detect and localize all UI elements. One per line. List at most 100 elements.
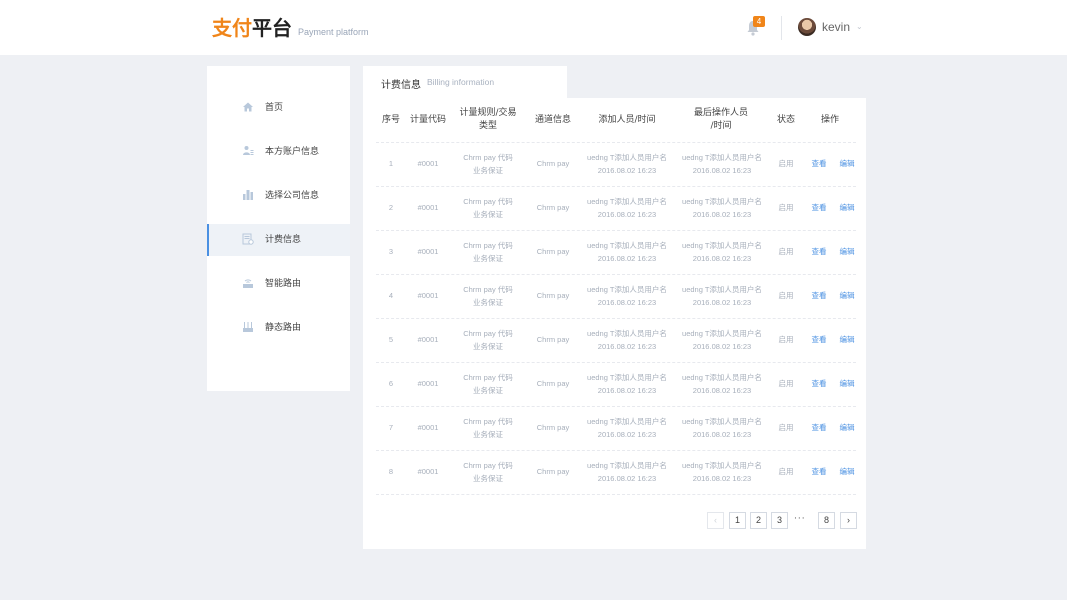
sidebar-item-static-route[interactable]: 静态路由 (207, 312, 350, 344)
cell-rule-line1: Chrm pay 代码 (463, 153, 513, 162)
view-link[interactable]: 查看 (806, 245, 832, 258)
cell-last-op-line2: 2016.08.02 16:23 (692, 342, 752, 351)
edit-link[interactable]: 编辑 (834, 465, 860, 478)
sidebar-item-account[interactable]: 本方账户信息 (207, 136, 350, 168)
cell-rule-line2: 业务保证 (473, 210, 503, 219)
cell-status: 启用 (778, 379, 794, 388)
next-page-button[interactable]: › (840, 512, 857, 529)
cell-code: #0001 (417, 467, 439, 476)
cell-rule-line2: 业务保证 (473, 342, 503, 351)
cell-channel: Chrm pay (536, 467, 570, 476)
cell-last-op-line1: uedng T添加人员用户名 (682, 329, 762, 338)
home-icon (243, 102, 253, 112)
cell-rule-line2: 业务保证 (473, 166, 503, 175)
cell-added-line1: uedng T添加人员用户名 (587, 153, 667, 162)
cell-last-op-line1: uedng T添加人员用户名 (682, 373, 762, 382)
cell-status: 启用 (778, 335, 794, 344)
cell-code: #0001 (417, 159, 439, 168)
cell-added-line1: uedng T添加人员用户名 (587, 329, 667, 338)
cell-index: 1 (388, 159, 394, 168)
user-name[interactable]: kevin (822, 19, 850, 35)
static-route-icon (243, 322, 253, 332)
cell-code: #0001 (417, 423, 439, 432)
cell-rule-line2: 业务保证 (473, 386, 503, 395)
col-header-added-by: 添加人员/时间 (598, 115, 656, 125)
cell-index: 5 (388, 335, 394, 344)
user-account-icon (243, 146, 254, 155)
col-header-last-op-line1: 最后操作人员 (693, 108, 748, 118)
cell-status: 启用 (778, 467, 794, 476)
row-divider (376, 230, 856, 231)
edit-link[interactable]: 编辑 (834, 333, 860, 346)
edit-link[interactable]: 编辑 (834, 157, 860, 170)
chevron-down-icon[interactable]: ⌄ (856, 22, 863, 31)
cell-channel: Chrm pay (536, 159, 570, 168)
router-icon (243, 279, 253, 288)
cell-added-line1: uedng T添加人员用户名 (587, 417, 667, 426)
cell-added-line2: 2016.08.02 16:23 (597, 430, 657, 439)
edit-link[interactable]: 编辑 (834, 421, 860, 434)
view-link[interactable]: 查看 (806, 465, 832, 478)
edit-link[interactable]: 编辑 (834, 201, 860, 214)
view-link[interactable]: 查看 (806, 157, 832, 170)
edit-link[interactable]: 编辑 (834, 289, 860, 302)
logo-title-highlight: 支付 (212, 16, 252, 40)
sidebar-item-home[interactable]: 首页 (207, 92, 350, 124)
cell-channel: Chrm pay (536, 291, 570, 300)
view-link[interactable]: 查看 (806, 377, 832, 390)
col-header-rule-line1: 计量规则/交易 (459, 108, 517, 118)
cell-rule-line2: 业务保证 (473, 298, 503, 307)
page-button-last[interactable]: 8 (818, 512, 835, 529)
sidebar-item-smart-route[interactable]: 智能路由 (207, 268, 350, 300)
cell-rule-line1: Chrm pay 代码 (463, 197, 513, 206)
view-link[interactable]: 查看 (806, 289, 832, 302)
sidebar-item-label: 静态路由 (265, 323, 302, 333)
edit-link[interactable]: 编辑 (834, 377, 860, 390)
avatar[interactable] (798, 18, 816, 36)
logo[interactable]: 支付 平台 Payment platform (212, 14, 369, 42)
cell-last-op-line1: uedng T添加人员用户名 (682, 461, 762, 470)
cell-added-line1: uedng T添加人员用户名 (587, 285, 667, 294)
cell-added-line2: 2016.08.02 16:23 (597, 210, 657, 219)
cell-status: 启用 (778, 203, 794, 212)
row-divider (376, 142, 856, 143)
page-button-1[interactable]: 1 (729, 512, 746, 529)
cell-status: 启用 (778, 423, 794, 432)
cell-rule-line1: Chrm pay 代码 (463, 329, 513, 338)
sidebar-item-company[interactable]: 选择公司信息 (207, 180, 350, 212)
cell-channel: Chrm pay (536, 335, 570, 344)
view-link[interactable]: 查看 (806, 201, 832, 214)
col-header-actions: 操作 (820, 115, 839, 125)
view-link[interactable]: 查看 (806, 421, 832, 434)
cell-last-op-line2: 2016.08.02 16:23 (692, 254, 752, 263)
sidebar-item-label: 首页 (265, 103, 284, 113)
sidebar-item-billing[interactable]: 计费信息 (207, 224, 350, 256)
prev-page-button[interactable]: ‹ (707, 512, 724, 529)
row-divider (376, 494, 856, 495)
row-divider (376, 362, 856, 363)
notification-badge: 4 (753, 16, 765, 27)
tab-billing[interactable]: 计费信息 Billing information (363, 66, 567, 99)
cell-added-line2: 2016.08.02 16:23 (597, 254, 657, 263)
cell-last-op-line1: uedng T添加人员用户名 (682, 417, 762, 426)
cell-added-line2: 2016.08.02 16:23 (597, 342, 657, 351)
edit-link[interactable]: 编辑 (834, 245, 860, 258)
row-divider (376, 406, 856, 407)
cell-rule-line1: Chrm pay 代码 (463, 417, 513, 426)
sidebar: 首页 本方账户信息 选择公司信息 计费信息 智能路由 静态路由 (207, 66, 350, 391)
cell-added-line2: 2016.08.02 16:23 (597, 166, 657, 175)
logo-title: 平台 (252, 16, 292, 40)
cell-status: 启用 (778, 291, 794, 300)
view-link[interactable]: 查看 (806, 333, 832, 346)
sidebar-item-label: 选择公司信息 (265, 191, 320, 201)
page-button-3[interactable]: 3 (771, 512, 788, 529)
page-button-2[interactable]: 2 (750, 512, 767, 529)
cell-status: 启用 (778, 159, 794, 168)
cell-last-op-line1: uedng T添加人员用户名 (682, 285, 762, 294)
cell-index: 2 (388, 203, 394, 212)
cell-last-op-line2: 2016.08.02 16:23 (692, 210, 752, 219)
col-header-channel: 通道信息 (534, 115, 571, 125)
cell-added-line1: uedng T添加人员用户名 (587, 461, 667, 470)
cell-last-op-line1: uedng T添加人员用户名 (682, 197, 762, 206)
cell-index: 8 (388, 467, 394, 476)
